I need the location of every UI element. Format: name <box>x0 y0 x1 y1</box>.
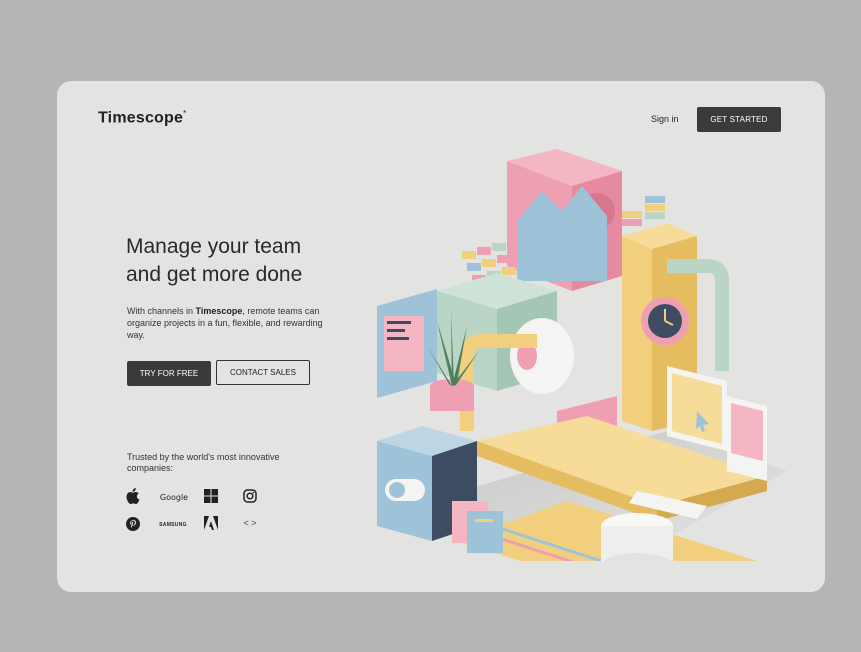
brand-name: Timescope <box>98 109 184 127</box>
sign-in-link[interactable]: Sign in <box>651 114 679 124</box>
isometric-scene <box>377 149 787 592</box>
try-for-free-button[interactable]: TRY FOR FREE <box>127 361 211 386</box>
side-panel-screen <box>731 403 763 461</box>
apple-icon <box>125 487 141 505</box>
pinterest-icon <box>125 516 141 532</box>
sub-pre: With channels in <box>127 306 196 316</box>
landing-card: Timescope* Sign in GET STARTED Manage yo… <box>57 81 825 592</box>
code-icon: < > <box>243 518 257 528</box>
headline-line-2: and get more done <box>126 263 303 286</box>
brand-logo[interactable]: Timescope* <box>98 109 186 127</box>
block-stack-right <box>622 196 665 226</box>
left-panel-content <box>384 316 424 371</box>
hero-subtext: With channels in Timescope, remote teams… <box>127 305 327 341</box>
brand-mark: * <box>183 109 187 118</box>
instagram-icon <box>242 488 258 504</box>
desk-card-blue <box>467 511 503 553</box>
plant-pot <box>430 386 474 411</box>
samsung-logo: SAMSUNG <box>159 522 187 528</box>
adobe-icon <box>203 515 219 531</box>
toggle-knob <box>389 482 405 498</box>
get-started-button[interactable]: GET STARTED <box>697 107 781 132</box>
google-logo: Google <box>159 492 189 502</box>
hero-headline: Manage your team and get more done <box>126 233 386 289</box>
windows-icon <box>203 488 219 504</box>
sub-brand: Timescope <box>195 306 243 316</box>
contact-sales-button[interactable]: CONTACT SALES <box>216 360 310 385</box>
trusted-by-text: Trusted by the world's most innovative c… <box>127 452 280 473</box>
headline-line-1: Manage your team <box>126 235 302 258</box>
hero-illustration <box>367 141 787 592</box>
